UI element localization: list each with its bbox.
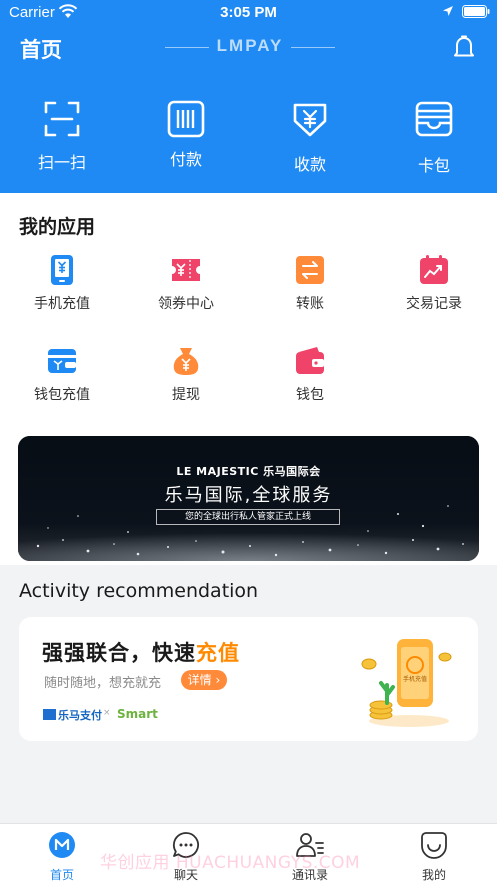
activity-card[interactable]: 强强联合，快速充值 随时随地，想充就充 详情 › 乐马支付 × Smart 手机… [19,617,478,741]
quick-actions: 扫一扫 付款 收款 卡包 [0,96,497,176]
details-label: 详情 [187,673,212,687]
app-transfer[interactable]: 转账 [248,255,372,327]
activity-subline: 随时随地，想充就充 [44,676,162,691]
battery-icon [462,5,490,18]
quick-action-label: 卡包 [417,156,450,175]
status-bar: Carrier 3:05 PM [0,0,497,26]
money-bag-icon [173,348,199,375]
banner-subtitle: 您的全球出行私人管家正式上线 [156,509,340,525]
quick-action-label: 扫一扫 [37,153,86,172]
quick-action-label: 收款 [293,155,326,174]
activity-section-title: Activity recommendation [19,580,259,602]
tab-label: 我的 [421,868,446,882]
tab-profile[interactable]: 我的 [372,824,496,883]
activity-headline-accent: 充值 [196,641,240,665]
transaction-record-icon [420,255,448,284]
partner-separator: × [103,708,111,718]
profile-smile-icon [421,832,447,859]
wallet-recharge-icon [48,349,76,373]
brand-logo: LMPAY [165,36,335,58]
app-label: 提现 [172,387,200,403]
partner-smart-logo: Smart [117,707,158,721]
app-coupon-center[interactable]: 领券中心 [124,255,248,327]
app-label: 交易记录 [406,296,462,312]
status-time: 3:05 PM [220,4,277,21]
activity-headline-main: 强强联合，快速 [42,641,196,665]
app-label: 钱包充值 [34,387,90,403]
brand-divider-right [291,47,335,48]
home-m-icon [49,832,75,858]
illustration-label: 手机充值 [403,675,427,683]
banner-title: 乐马国际,全球服务 [164,485,333,506]
partner1-label: 乐马支付 [58,709,102,722]
transfer-icon [296,256,324,284]
lemapay-mark-icon [43,709,56,720]
barcode-icon [167,100,205,138]
section-title: 我的应用 [19,216,96,238]
nav-bar: 首页 LMPAY [0,26,497,70]
page-title: 首页 [20,38,62,62]
app-wallet-recharge[interactable]: 钱包充值 [0,346,124,418]
app-label: 钱包 [296,387,324,403]
wallet-icon [296,347,324,374]
app-wallet[interactable]: 钱包 [248,346,372,418]
scan-icon [44,101,80,137]
brand-text: LMPAY [216,36,284,55]
app-label: 手机充值 [34,296,90,312]
phone-recharge-icon [51,255,73,285]
partner-lemapay-logo: 乐马支付 [43,707,102,723]
banner-logo: LE MAJESTIC 乐马国际会 [176,465,321,478]
phone-recharge-illustration: 手机充值 [361,639,452,727]
quick-action-pay[interactable]: 付款 [124,96,248,176]
app-transaction-record[interactable]: 交易记录 [372,255,496,327]
quick-action-label: 付款 [169,150,202,169]
activity-details-button[interactable]: 详情 › [181,670,227,690]
promo-banner[interactable]: LE MAJESTIC 乐马国际会 乐马国际,全球服务 您的全球出行私人管家正式… [18,436,479,561]
yen-receive-icon [293,103,327,137]
app-label: 领券中心 [158,296,214,312]
quick-action-scan[interactable]: 扫一扫 [0,96,124,176]
location-arrow-icon [443,6,453,16]
card-wallet-icon [415,101,453,137]
quick-action-receive[interactable]: 收款 [248,96,372,176]
notification-bell-icon[interactable] [452,35,476,61]
coupon-icon [172,259,200,281]
top-header-area: Carrier 3:05 PM 首页 LMPAY 扫一扫 付款 收款 卡包 [0,0,497,193]
app-withdraw[interactable]: 提现 [124,346,248,418]
watermark-text: 华创应用 HUACHUANGYS.COM [100,853,361,873]
app-label: 转账 [296,296,324,312]
app-phone-recharge[interactable]: 手机充值 [0,255,124,327]
quick-action-card-wallet[interactable]: 卡包 [372,96,496,176]
activity-headline: 强强联合，快速充值 [42,637,240,667]
